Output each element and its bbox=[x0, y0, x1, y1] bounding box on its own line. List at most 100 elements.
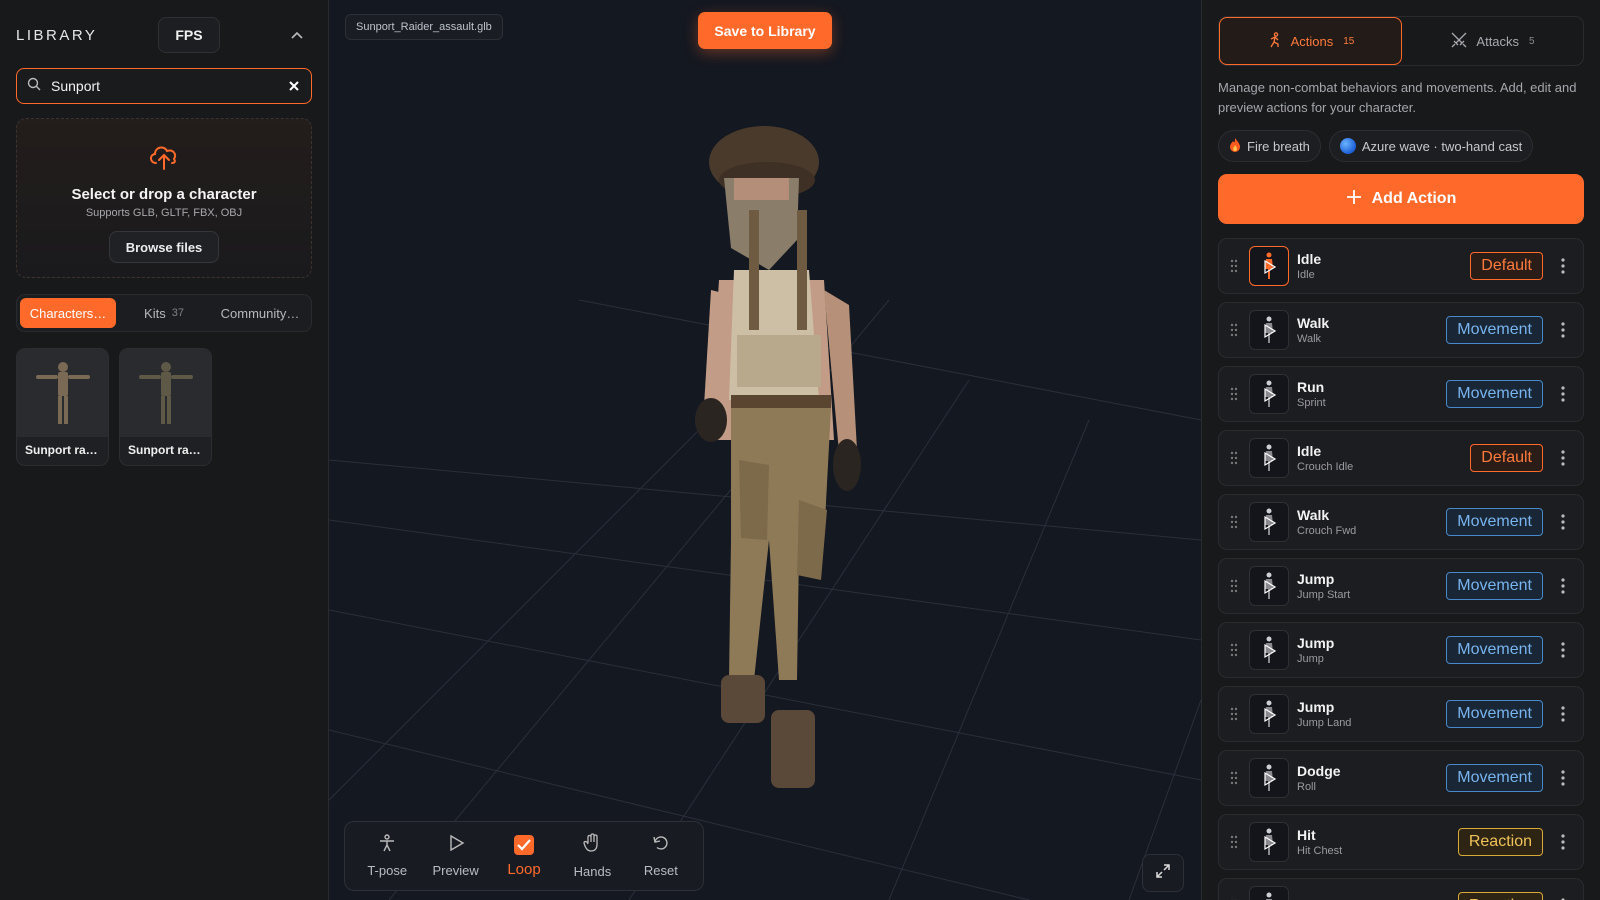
azure-orb-icon bbox=[1339, 138, 1356, 154]
action-subtitle: Jump Start bbox=[1297, 589, 1351, 601]
tool-label: Hands bbox=[573, 864, 612, 879]
action-subtitle: Sprint bbox=[1297, 397, 1326, 409]
action-tag[interactable]: Movement bbox=[1446, 764, 1543, 792]
tab-label: Actions bbox=[1290, 33, 1334, 49]
browse-files-button[interactable]: Browse files bbox=[108, 231, 220, 263]
action-row[interactable]: Walk Walk Movement bbox=[1218, 302, 1584, 358]
tool-label: Preview bbox=[432, 863, 479, 878]
effect-chip-azure[interactable]: Azure wave · two-hand cast bbox=[1328, 130, 1534, 162]
action-name: Run bbox=[1297, 379, 1325, 395]
action-tag[interactable]: Movement bbox=[1446, 700, 1543, 728]
3d-viewport[interactable]: Sunport_Raider_assault.glb Save to Libra… bbox=[329, 0, 1201, 900]
drag-handle-icon[interactable] bbox=[1229, 707, 1239, 721]
action-row[interactable]: Idle Idle Default bbox=[1218, 238, 1584, 294]
more-options-icon[interactable] bbox=[1553, 450, 1573, 466]
dropzone-title: Select or drop a character bbox=[71, 186, 257, 203]
chevron-up-icon[interactable] bbox=[290, 28, 304, 42]
more-options-icon[interactable] bbox=[1553, 834, 1573, 850]
tab-attacks[interactable]: Attacks 5 bbox=[1402, 17, 1583, 65]
add-action-button[interactable]: Add Action bbox=[1218, 174, 1584, 224]
action-tag[interactable]: Movement bbox=[1446, 316, 1543, 344]
character-model[interactable] bbox=[649, 120, 889, 810]
tab-label: Kits bbox=[144, 305, 166, 321]
fps-mode-button[interactable]: FPS bbox=[158, 17, 220, 53]
action-name: Walk bbox=[1297, 507, 1330, 523]
more-options-icon[interactable] bbox=[1553, 258, 1573, 274]
library-title: LIBRARY bbox=[16, 26, 98, 44]
drag-handle-icon[interactable] bbox=[1229, 323, 1239, 337]
tool-label: Loop bbox=[507, 860, 541, 878]
tab-community[interactable]: Community… bbox=[212, 298, 308, 328]
tab-actions[interactable]: Actions 15 bbox=[1219, 17, 1402, 65]
more-options-icon[interactable] bbox=[1553, 322, 1573, 338]
drag-handle-icon[interactable] bbox=[1229, 579, 1239, 593]
character-dropzone[interactable]: Select or drop a character Supports GLB,… bbox=[16, 118, 312, 278]
action-row[interactable]: HitReaction bbox=[1218, 878, 1584, 900]
action-row[interactable]: Jump Jump Movement bbox=[1218, 622, 1584, 678]
action-name: Jump bbox=[1297, 571, 1335, 587]
character-thumbnail bbox=[120, 349, 211, 437]
action-row[interactable]: Jump Jump Land Movement bbox=[1218, 686, 1584, 742]
card-label: Sunport rai… bbox=[128, 443, 205, 457]
drag-handle-icon[interactable] bbox=[1229, 643, 1239, 657]
action-subtitle: Hit Chest bbox=[1297, 845, 1343, 857]
expand-icon bbox=[1155, 863, 1171, 884]
action-tag[interactable]: Reaction bbox=[1457, 828, 1543, 856]
tpose-tool[interactable]: T-pose bbox=[353, 834, 421, 878]
action-thumbnail bbox=[1249, 694, 1289, 734]
more-options-icon[interactable] bbox=[1553, 578, 1573, 594]
drag-handle-icon[interactable] bbox=[1229, 259, 1239, 273]
tab-kits[interactable]: Kits 37 bbox=[116, 298, 212, 328]
reset-icon bbox=[652, 834, 670, 857]
action-names: Idle Crouch Idle bbox=[1297, 443, 1470, 473]
effect-chip-fire[interactable]: Fire breath bbox=[1218, 130, 1321, 162]
tab-count: 37 bbox=[171, 307, 184, 319]
action-tag[interactable]: Movement bbox=[1446, 508, 1543, 536]
more-options-icon[interactable] bbox=[1553, 386, 1573, 402]
more-options-icon[interactable] bbox=[1553, 706, 1573, 722]
action-tag[interactable]: Default bbox=[1470, 444, 1543, 472]
preview-tool[interactable]: Preview bbox=[421, 834, 489, 878]
action-row[interactable]: Jump Jump Start Movement bbox=[1218, 558, 1584, 614]
drag-handle-icon[interactable] bbox=[1229, 387, 1239, 401]
action-names: Walk Crouch Fwd bbox=[1297, 507, 1446, 537]
action-tag[interactable]: Movement bbox=[1446, 636, 1543, 664]
action-thumbnail bbox=[1249, 246, 1289, 286]
panel-tabs: Actions 15 Attacks 5 bbox=[1218, 16, 1584, 66]
action-tag[interactable]: Movement bbox=[1446, 380, 1543, 408]
panel-description: Manage non-combat behaviors and movement… bbox=[1218, 80, 1577, 115]
action-subtitle: Jump Land bbox=[1297, 717, 1352, 729]
action-tag[interactable]: Movement bbox=[1446, 572, 1543, 600]
tool-label: T-pose bbox=[367, 863, 408, 878]
action-row[interactable]: Dodge Roll Movement bbox=[1218, 750, 1584, 806]
action-row[interactable]: Hit Hit Chest Reaction bbox=[1218, 814, 1584, 870]
drag-handle-icon[interactable] bbox=[1229, 515, 1239, 529]
action-name: Jump bbox=[1297, 635, 1335, 651]
effect-chips: Fire breath Azure wave · two-hand cast bbox=[1218, 130, 1584, 162]
tab-characters[interactable]: Characters… bbox=[20, 298, 116, 328]
reset-tool[interactable]: Reset bbox=[627, 834, 695, 878]
loop-toggle[interactable]: Loop bbox=[490, 834, 558, 878]
more-options-icon[interactable] bbox=[1553, 514, 1573, 530]
hands-tool[interactable]: Hands bbox=[558, 833, 626, 879]
clear-search-icon[interactable] bbox=[287, 79, 301, 93]
action-subtitle: Walk bbox=[1297, 333, 1322, 345]
more-options-icon[interactable] bbox=[1553, 642, 1573, 658]
action-tag[interactable]: Reaction bbox=[1457, 892, 1543, 900]
action-tag[interactable]: Default bbox=[1470, 252, 1543, 280]
search-input[interactable] bbox=[51, 78, 287, 94]
fullscreen-button[interactable] bbox=[1142, 854, 1184, 892]
drag-handle-icon[interactable] bbox=[1229, 835, 1239, 849]
action-row[interactable]: Walk Crouch Fwd Movement bbox=[1218, 494, 1584, 550]
more-options-icon[interactable] bbox=[1553, 770, 1573, 786]
action-names: Hit Hit Chest bbox=[1297, 827, 1458, 857]
action-row[interactable]: Run Sprint Movement bbox=[1218, 366, 1584, 422]
running-person-icon bbox=[1267, 31, 1283, 51]
action-row[interactable]: Idle Crouch Idle Default bbox=[1218, 430, 1584, 486]
character-card[interactable]: Sunport rai… bbox=[119, 348, 212, 466]
upload-cloud-icon bbox=[147, 141, 181, 176]
drag-handle-icon[interactable] bbox=[1229, 771, 1239, 785]
save-to-library-button[interactable]: Save to Library bbox=[698, 12, 832, 49]
drag-handle-icon[interactable] bbox=[1229, 451, 1239, 465]
character-card[interactable]: Sunport rai… bbox=[16, 348, 109, 466]
